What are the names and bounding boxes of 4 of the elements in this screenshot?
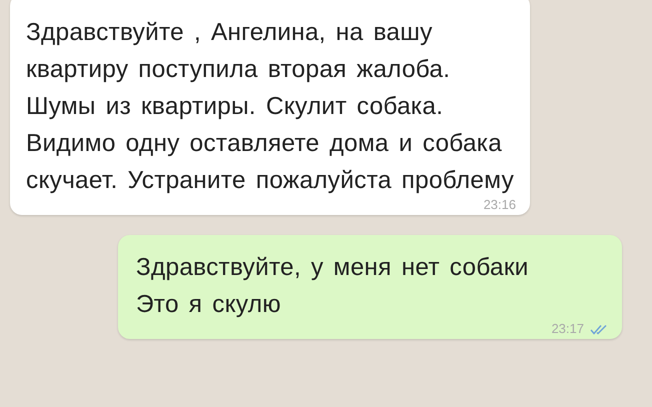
message-text: Здравствуйте , Ангелина, на вашу квартиру поступила вторая жалоба. Шумы из квартиры. Скулит собака. Видимо одну оставляете дома и собака скучает. Устраните пожалуйста проблему [26, 18, 515, 196]
message-time: 23:17 [551, 321, 584, 337]
message-text: Здравствуйте, у меня нет собаки Это я скулю [136, 253, 530, 320]
message-time: 23:16 [483, 197, 516, 213]
